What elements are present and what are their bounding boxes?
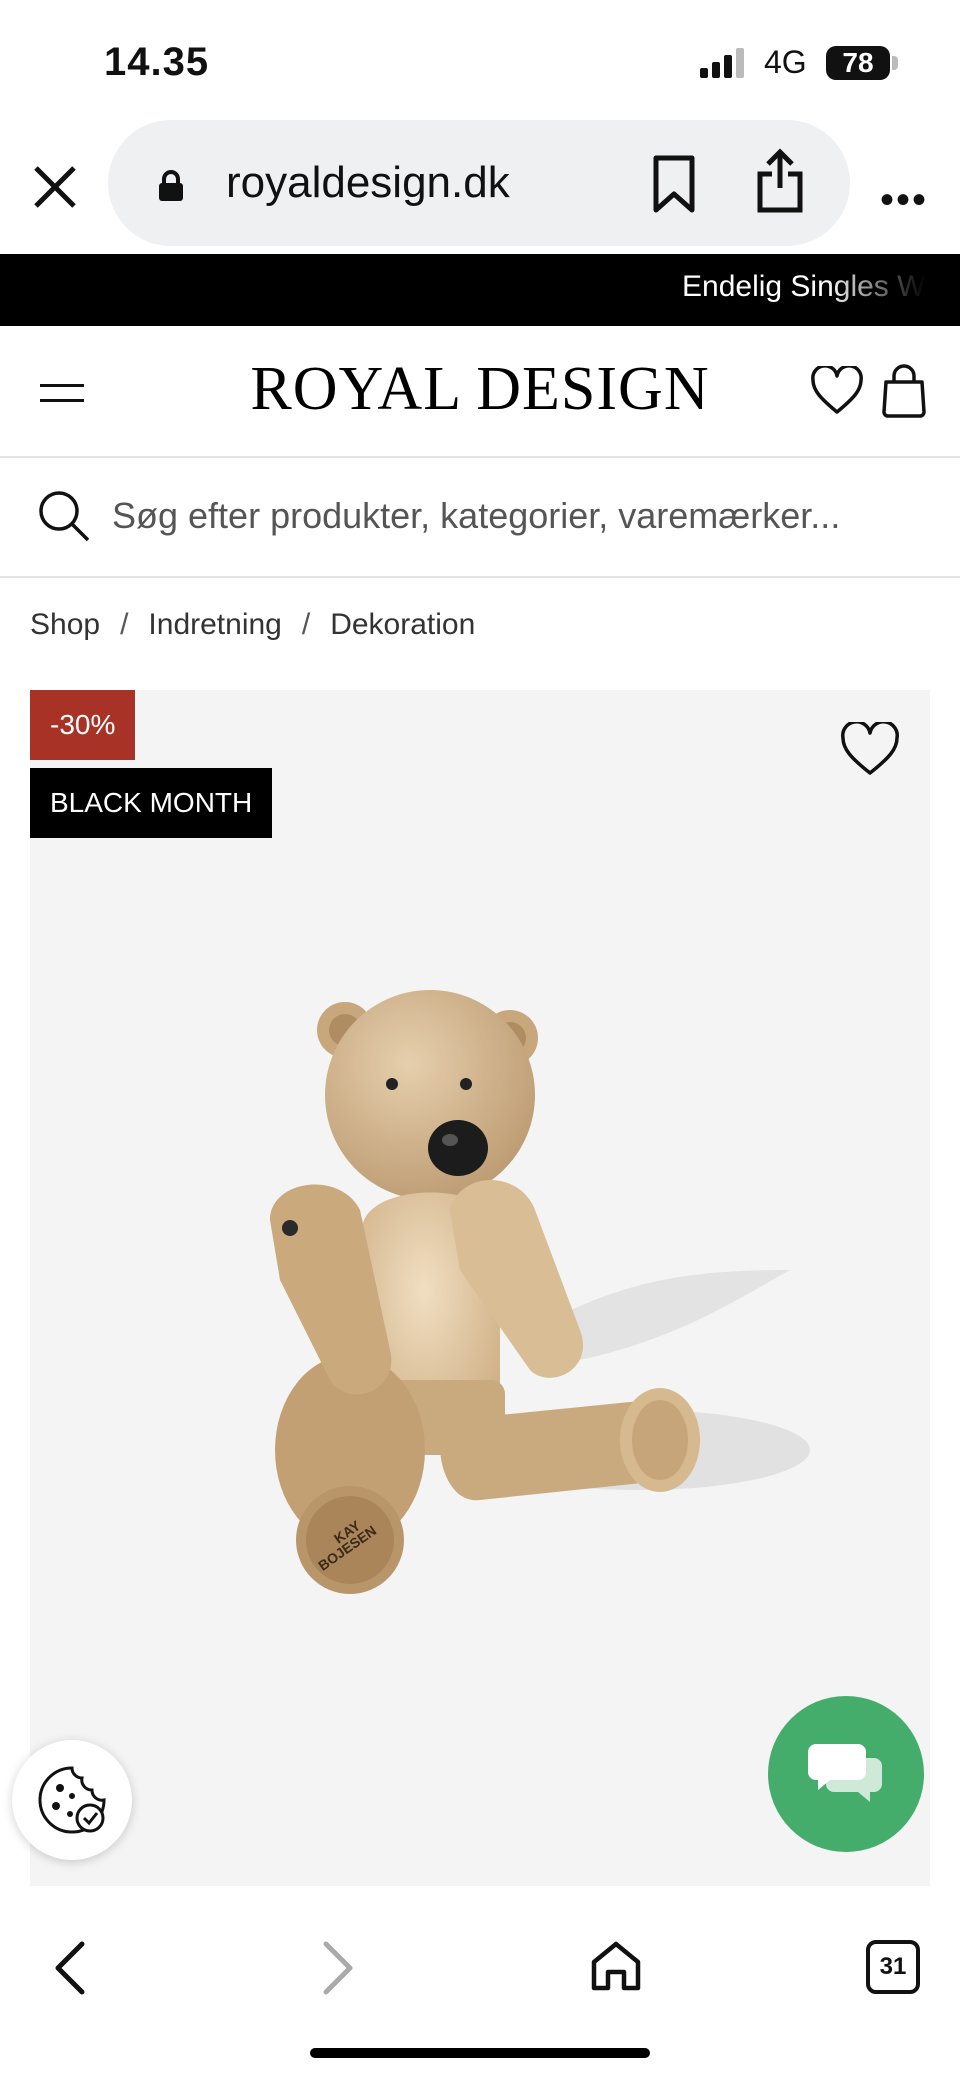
campaign-badge: BLACK MONTH: [30, 768, 273, 838]
breadcrumb-shop[interactable]: Shop: [30, 608, 100, 641]
address-bar[interactable]: royaldesign.dk: [108, 120, 850, 246]
network-label: 4G: [764, 44, 807, 80]
chat-bubble-icon: [808, 1744, 882, 1802]
lock-icon: [159, 170, 183, 201]
tabs-button[interactable]: 31: [866, 1940, 920, 1994]
cart-icon[interactable]: [880, 362, 928, 418]
more-options-icon[interactable]: •••: [880, 178, 928, 223]
promo-text: Endelig Singles W: [682, 270, 926, 303]
breadcrumb-dekoration[interactable]: Dekoration: [330, 608, 475, 641]
tab-count: 31: [879, 1953, 907, 1980]
search-input[interactable]: [110, 484, 934, 548]
wooden-bear-image: KAY BOJESEN: [270, 990, 810, 1594]
status-bar: 14.35 4G 78: [0, 0, 960, 120]
search-icon[interactable]: [36, 488, 92, 544]
breadcrumb: Shop / Indretning / Dekoration: [30, 608, 475, 642]
close-icon[interactable]: [30, 162, 80, 212]
forward-icon[interactable]: [320, 1940, 356, 1996]
home-indicator: [310, 2048, 650, 2058]
url-text[interactable]: royaldesign.dk: [226, 158, 510, 208]
battery-nub: [892, 56, 898, 70]
bookmark-icon[interactable]: [652, 154, 696, 214]
chat-button[interactable]: [768, 1696, 924, 1852]
signal-icon: [700, 48, 744, 78]
breadcrumb-separator: /: [120, 608, 129, 641]
back-icon[interactable]: [52, 1940, 88, 1996]
cookie-icon: [38, 1766, 106, 1834]
share-icon[interactable]: [756, 148, 804, 214]
add-to-wishlist-icon[interactable]: [840, 722, 900, 778]
search-bar: [0, 458, 960, 578]
battery-level: 78: [842, 47, 874, 78]
browser-toolbar: 31: [0, 1888, 960, 2078]
status-time: 14.35: [104, 40, 210, 84]
battery-icon: 78: [826, 46, 890, 80]
promo-banner[interactable]: Endelig Singles W: [0, 254, 960, 326]
site-header: ROYAL DESIGN: [0, 326, 960, 458]
product-image-gallery[interactable]: -30% BLACK MONTH KAY BOJESEN: [30, 690, 930, 1886]
breadcrumb-indretning[interactable]: Indretning: [148, 608, 281, 641]
discount-badge: -30%: [30, 690, 136, 760]
cookie-settings-button[interactable]: [12, 1740, 132, 1860]
breadcrumb-separator: /: [301, 608, 311, 641]
wishlist-icon[interactable]: [810, 366, 864, 416]
home-icon[interactable]: [588, 1938, 644, 1994]
browser-bar: royaldesign.dk •••: [0, 120, 960, 252]
